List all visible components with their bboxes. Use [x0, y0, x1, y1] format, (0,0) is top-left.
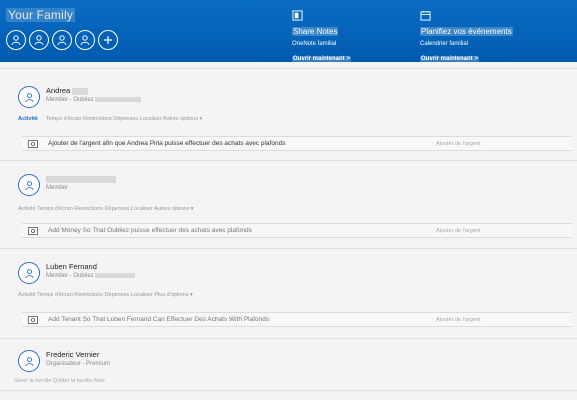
onenote-promo: Share Notes OneNote familial Ouvrir main…	[292, 10, 351, 65]
onenote-promo-subtitle: OneNote familial	[292, 41, 337, 47]
member-role: Member	[46, 185, 69, 191]
member-tabs: Activité Temps d'écran Restrictions Dépe…	[18, 292, 193, 298]
calendar-icon	[420, 10, 431, 21]
activity-description: Add Tenant So That Luben Fernand Can Eff…	[48, 316, 270, 323]
onenote-open-link[interactable]: Ouvrir maintenant >	[292, 56, 351, 62]
member-tabs: Activité Temps d'écran Restrictions Dépen…	[18, 116, 202, 122]
add-money-link[interactable]: Ajouter de l'argent	[436, 141, 480, 147]
member-avatar	[18, 350, 40, 372]
section-divider	[0, 338, 577, 339]
activity-row[interactable]: Ajouter de l'argent afin que Andrea Pirl…	[22, 136, 572, 151]
activity-row[interactable]: Add Money So That Oubliez puisse effectu…	[22, 223, 572, 238]
money-icon	[28, 227, 38, 235]
calendar-promo-title: Planifiez vos événements	[420, 27, 513, 36]
member-role: Member - Oubliez	[46, 97, 142, 103]
money-icon	[28, 140, 38, 148]
section-divider	[0, 68, 577, 69]
add-money-link[interactable]: Ajouter de l'argent	[436, 228, 480, 234]
member-name	[46, 174, 116, 183]
person-icon	[24, 356, 34, 366]
member-tabs: Gérer la famille Quitter la famille Aide	[14, 378, 105, 384]
activity-description: Ajouter de l'argent afin que Andrea Pirl…	[48, 140, 286, 147]
member-avatar-button-3[interactable]	[52, 30, 72, 50]
page-title: Your Family	[6, 8, 76, 22]
member-role: Member - Oubliez	[46, 273, 136, 279]
member-name: Luben Fernand	[46, 262, 97, 271]
person-icon	[57, 35, 67, 46]
member-avatar	[18, 262, 40, 284]
person-icon	[34, 35, 44, 46]
plus-icon	[104, 36, 112, 44]
person-icon	[11, 35, 21, 46]
member-name: Andrea	[46, 86, 89, 95]
section-divider	[0, 390, 577, 391]
tab-activity[interactable]: Activité	[18, 116, 38, 122]
person-icon	[24, 180, 34, 190]
member-tabs: Activité Temps d'écran Restrictions Dépe…	[18, 206, 194, 212]
member-avatar	[18, 86, 40, 108]
section-divider	[0, 160, 577, 161]
person-icon	[80, 35, 90, 46]
member-avatar-button-4[interactable]	[75, 30, 95, 50]
onenote-icon	[292, 10, 303, 21]
member-name: Frederic Vernier	[46, 350, 100, 359]
header-banner: Your Family Share Notes OneNote familial…	[0, 0, 577, 62]
calendar-open-link[interactable]: Ouvrir maintenant >	[420, 56, 479, 62]
money-icon	[28, 316, 38, 324]
add-member-button[interactable]	[98, 30, 118, 50]
calendar-promo: Planifiez vos événements Calendrier fami…	[420, 10, 513, 65]
member-avatar-button-1[interactable]	[6, 30, 26, 50]
activity-row[interactable]: Add Tenant So That Luben Fernand Can Eff…	[22, 312, 572, 327]
member-avatar-row	[6, 30, 118, 50]
tab-manage-family[interactable]: Gérer la famille Quitter la famille Aide	[14, 378, 105, 384]
tab-other-options[interactable]: Activité Temps d'écran Restrictions Dépe…	[18, 292, 193, 298]
tab-other-options[interactable]: Temps d'écran Restrictions Dépenses Loca…	[46, 116, 202, 122]
onenote-promo-title: Share Notes	[292, 27, 339, 36]
tab-other-options[interactable]: Activité Temps d'écran Restrictions Dépe…	[18, 206, 194, 212]
calendar-promo-subtitle: Calendrier familial	[420, 41, 469, 47]
member-avatar-button-2[interactable]	[29, 30, 49, 50]
person-icon	[24, 92, 34, 102]
member-role: Organisateur - Premium	[46, 361, 111, 367]
add-money-link[interactable]: Ajouter de l'argent	[436, 317, 480, 323]
section-divider	[0, 248, 577, 249]
person-icon	[24, 268, 34, 278]
activity-description: Add Money So That Oubliez puisse effectu…	[48, 227, 252, 234]
member-avatar	[18, 174, 40, 196]
